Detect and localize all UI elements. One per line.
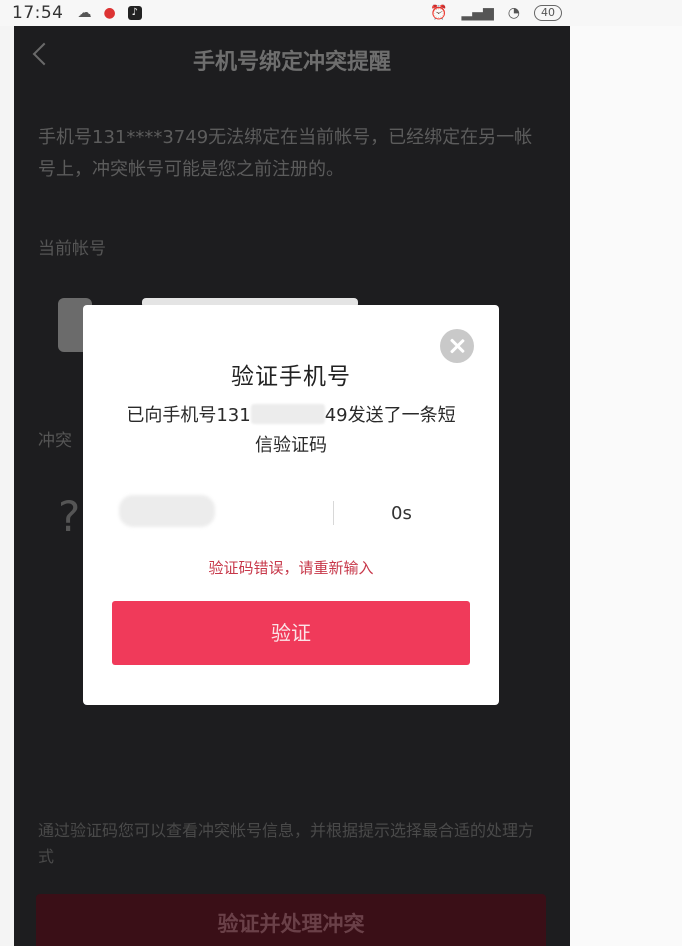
- conflict-account-avatar: ?: [58, 492, 81, 541]
- nav-bar: 手机号绑定冲突提醒: [14, 26, 570, 90]
- conflict-description: 手机号131****3749无法绑定在当前帐号，已经绑定在另一帐号上，冲突帐号可…: [38, 127, 533, 180]
- message-line2: 信验证码: [255, 435, 327, 456]
- right-gutter: [570, 26, 682, 946]
- footer-note: 通过验证码您可以查看冲突帐号信息，并根据提示选择最合适的处理方式: [38, 821, 535, 866]
- dialog-title: 验证手机号: [231, 364, 351, 390]
- masked-phone-digits: [250, 404, 325, 424]
- tiktok-icon: ♪: [127, 6, 142, 20]
- signal-icon: ▂▄▆: [461, 5, 494, 21]
- notification-icons: ☁ ● ♪: [78, 5, 142, 21]
- wifi-icon: ◔: [507, 5, 520, 21]
- resend-countdown[interactable]: 0s: [391, 503, 412, 524]
- error-message: 验证码错误，请重新输入: [208, 559, 374, 577]
- verify-phone-dialog: 验证手机号 已向手机号131 49发送了一条短 信验证码 0s 验证码错误，请重新…: [83, 305, 499, 705]
- page-title: 手机号绑定冲突提醒: [192, 50, 391, 75]
- verify-button[interactable]: 验证: [112, 601, 470, 665]
- alarm-icon: ⏰: [430, 5, 448, 21]
- system-icons: ⏰ ▂▄▆ ◔ 40: [430, 5, 562, 21]
- cloud-icon: ☁: [77, 5, 92, 21]
- battery-indicator: 40: [534, 5, 562, 21]
- verify-and-resolve-button[interactable]: 验证并处理冲突: [36, 894, 546, 946]
- message-prefix: 已向手机号131: [126, 405, 251, 426]
- verification-code-input[interactable]: [119, 495, 215, 527]
- conflict-account-label: 冲突: [38, 431, 72, 451]
- status-bar: 17:54 ☁ ● ♪ ⏰ ▂▄▆ ◔ 40: [0, 0, 682, 26]
- dialog-message: 已向手机号131 49发送了一条短 信验证码: [103, 401, 479, 461]
- screen: 17:54 ☁ ● ♪ ⏰ ▂▄▆ ◔ 40 手机号绑定冲突提醒 手机号131*…: [0, 0, 682, 946]
- current-account-label: 当前帐号: [38, 239, 106, 259]
- location-pin-icon: ●: [103, 5, 116, 21]
- status-time: 17:54: [12, 3, 64, 23]
- message-suffix: 49发送了一条短: [324, 405, 456, 426]
- input-divider: [333, 501, 334, 525]
